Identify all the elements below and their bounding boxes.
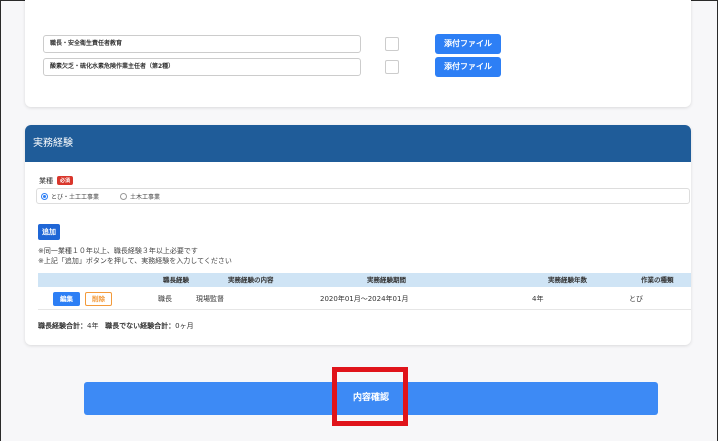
certification-name-field[interactable]: 酸素欠乏・硫化水素危険作業主任者（第2種） — [43, 58, 361, 76]
attach-file-button[interactable]: 添付ファイル — [435, 34, 501, 54]
cell-work-type: とび — [629, 295, 643, 303]
radio-option-doboku[interactable]: 土木工事業 — [120, 192, 160, 201]
instruction-note: ※上記「追加」ボタンを押して、実務経験を入力してください — [38, 257, 232, 265]
radio-unselected-icon — [120, 193, 127, 200]
column-header: 実務経験の内容 — [228, 276, 274, 284]
certifications-card: 職長・安全衛生責任者教育 添付ファイル 酸素欠乏・硫化水素危険作業主任者（第2種… — [25, 0, 691, 107]
certification-checkbox[interactable] — [385, 60, 399, 74]
industry-label: 業種 必須 — [39, 176, 74, 186]
attach-file-button[interactable]: 添付ファイル — [435, 57, 501, 77]
highlight-annotation-box — [332, 367, 408, 426]
delete-button[interactable]: 削除 — [85, 292, 112, 306]
industry-radio-group: とび・土工工事業 土木工事業 — [36, 188, 690, 204]
foreman-total-value: 4年 — [87, 322, 99, 330]
radio-selected-icon — [41, 193, 48, 200]
non-foreman-total-value: 0ヶ月 — [175, 322, 194, 330]
page-frame: 職長・安全衛生責任者教育 添付ファイル 酸素欠乏・硫化水素危険作業主任者（第2種… — [0, 0, 718, 441]
certification-row: 酸素欠乏・硫化水素危険作業主任者（第2種） 添付ファイル — [43, 57, 501, 77]
non-foreman-total-label: 職長でない経験合計： — [105, 322, 176, 330]
column-header: 作業の種類 — [641, 276, 674, 284]
work-experience-section: 実務経験 業種 必須 とび・土工工事業 土木工事業 追加 ※同一業種１０年以上、職… — [25, 125, 691, 345]
radio-option-label: 土木工事業 — [130, 194, 161, 201]
foreman-total-label: 職長経験合計： — [38, 322, 87, 330]
column-header: 実務経験期間 — [367, 276, 406, 284]
add-experience-button[interactable]: 追加 — [38, 224, 60, 240]
experience-totals: 職長経験合計：4年 職長でない経験合計：0ヶ月 — [38, 321, 194, 331]
cell-years: 4年 — [532, 295, 544, 303]
radio-option-label: とび・土工工事業 — [51, 194, 100, 201]
industry-label-text: 業種 — [39, 177, 53, 185]
requirement-note: ※同一業種１０年以上、職長経験３年以上必要です — [38, 247, 198, 255]
radio-option-tobi[interactable]: とび・土工工事業 — [41, 192, 99, 201]
experience-table-header: 職長経験 実務経験の内容 実務経験期間 実務経験年数 作業の種類 — [38, 273, 691, 287]
edit-button[interactable]: 編集 — [53, 292, 80, 306]
section-title: 実務経験 — [25, 125, 691, 162]
column-header: 職長経験 — [163, 276, 189, 284]
cell-foreman: 職長 — [158, 295, 172, 303]
cell-content: 現場監督 — [196, 295, 224, 303]
required-badge: 必須 — [57, 176, 74, 185]
cell-period: 2020年01月～2024年01月 — [320, 295, 409, 303]
certification-name-field[interactable]: 職長・安全衛生責任者教育 — [43, 35, 361, 53]
certification-row: 職長・安全衛生責任者教育 添付ファイル — [43, 34, 501, 54]
table-row: 編集 削除 職長 現場監督 2020年01月～2024年01月 4年 とび — [38, 288, 691, 310]
certification-checkbox[interactable] — [385, 37, 399, 51]
column-header: 実務経験年数 — [548, 276, 587, 284]
